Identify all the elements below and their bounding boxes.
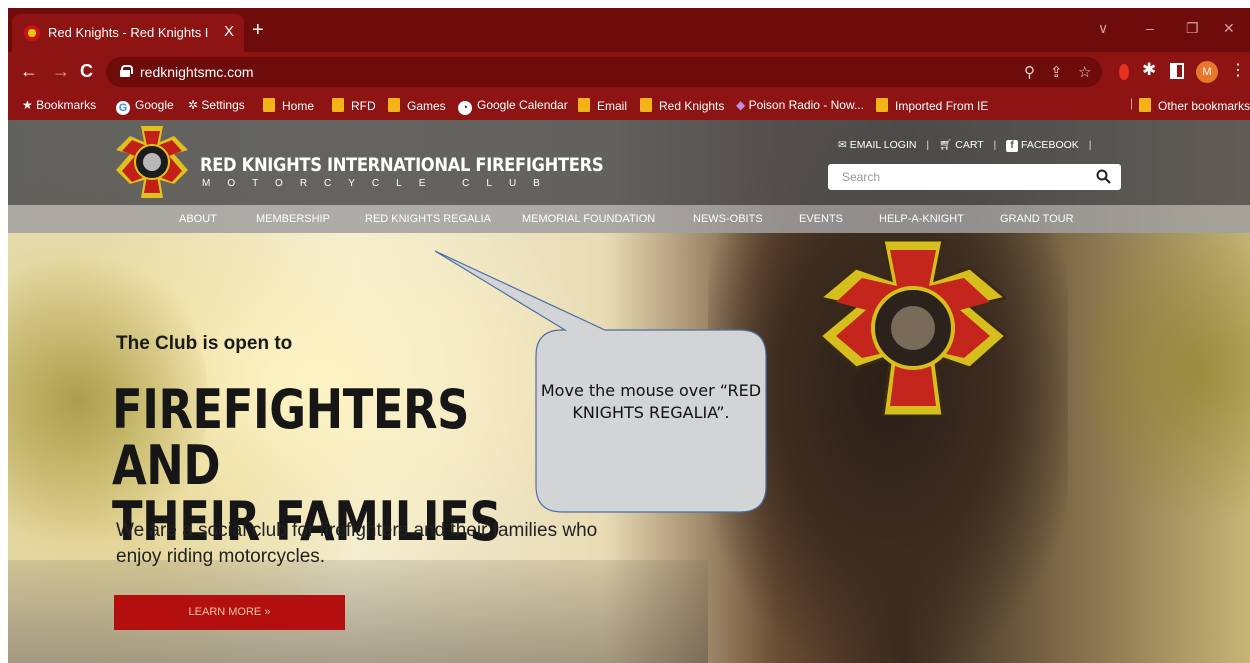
callout-text: Move the mouse over “RED KNIGHTS REGALIA…: [540, 381, 762, 422]
callout-bubble: [434, 250, 767, 513]
